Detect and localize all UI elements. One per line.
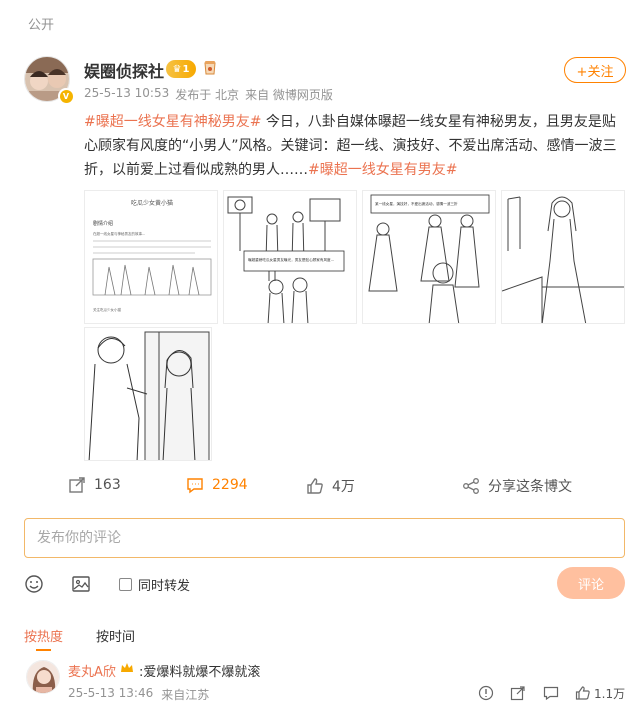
comment-meta: 25-5-13 13:46 来自江苏 <box>68 686 209 703</box>
topic-link[interactable]: #曝超一线女星有男友# <box>308 162 457 178</box>
avatar-photo-icon <box>27 661 59 693</box>
sort-by-hot-tab[interactable]: 按热度 <box>24 626 63 651</box>
post-time[interactable]: 25-5-13 10:53 <box>84 86 169 103</box>
repost-count: 163 <box>94 477 121 493</box>
comment-button[interactable]: 2294 <box>186 476 248 494</box>
comment-icon <box>187 478 203 494</box>
comment-text: :爱爆料就爆不爆就滚 <box>139 665 261 680</box>
author-name[interactable]: 娱圈侦探社 <box>84 58 164 82</box>
submit-comment-button[interactable]: 评论 <box>557 567 625 599</box>
commenter-avatar[interactable] <box>26 660 60 694</box>
comment-time: 25-5-13 13:46 <box>68 686 154 700</box>
share-label: 分享这条博文 <box>488 479 572 495</box>
like-count: 4万 <box>332 479 355 495</box>
share-button[interactable]: 分享这条博文 <box>462 476 572 496</box>
repost-checkbox[interactable]: 同时转发 <box>119 575 190 594</box>
image-3-caption: 某一线女星，演技好，不爱出席活动，感情一波三折 <box>375 201 458 206</box>
comment-input[interactable] <box>37 530 612 546</box>
follow-button[interactable]: +关注 <box>564 57 626 83</box>
comic-studio-image: 曝超重磅吃瓜女星男友曝光，男友是贴心顾家有风度... <box>224 191 356 323</box>
image-1-text: 在超一线女星与神秘男友的故事... <box>93 231 145 236</box>
crown-icon: ♛ <box>172 63 182 75</box>
level-number: 1 <box>182 63 190 75</box>
post-meta: 25-5-13 10:53 发布于 北京 来自 微博网页版 <box>84 86 333 103</box>
visibility-label: 公开 <box>28 18 55 33</box>
comment-input-container <box>24 518 625 558</box>
post-image-5[interactable] <box>84 327 212 461</box>
comment-count: 2294 <box>212 477 248 493</box>
image-1-subtitle: 剧情介绍 <box>93 220 113 227</box>
post-actions: 163 2294 4万 分享这条博文 <box>24 476 624 502</box>
repost-icon <box>69 477 85 493</box>
comment-icon[interactable] <box>543 685 559 701</box>
image-2-caption: 曝超重磅吃瓜女星男友曝光，男友是贴心顾家有风度... <box>248 257 334 262</box>
comic-gown-image <box>502 191 624 323</box>
emoji-icon[interactable] <box>24 574 44 594</box>
post-source: 来自 微博网页版 <box>245 88 333 102</box>
post-image-1[interactable]: 吃瓜少女黄小猫 剧情介绍 在超一线女星与神秘男友的故事... 关注吃瓜少女小猫 <box>84 190 218 324</box>
post-image-4[interactable] <box>501 190 625 324</box>
checkbox-box[interactable] <box>119 578 132 591</box>
repost-checkbox-label: 同时转发 <box>138 579 191 594</box>
post-location: 发布于 北京 <box>175 88 240 102</box>
image-upload-icon[interactable] <box>71 574 91 594</box>
comic-dresses-image: 某一线女星，演技好，不爱出席活动，感情一波三折 <box>363 191 495 323</box>
commenter-name[interactable]: 麦丸A欣 <box>68 661 116 680</box>
crown-icon <box>121 663 133 672</box>
post-body: #曝超一线女星有神秘男友# 今日，八卦自媒体曝超一线女星有神秘男友，且男友是贴心… <box>84 110 624 182</box>
like-button[interactable]: 4万 <box>306 476 355 496</box>
image-1-footer: 关注吃瓜少女小猫 <box>93 307 121 312</box>
post-image-3[interactable]: 某一线女星，演技好，不爱出席活动，感情一波三折 <box>362 190 496 324</box>
thumbs-up-icon <box>307 478 323 494</box>
comic-page-image: 吃瓜少女黄小猫 剧情介绍 在超一线女星与神秘男友的故事... 关注吃瓜少女小猫 <box>85 191 217 323</box>
thumbs-up-icon[interactable] <box>575 685 591 701</box>
report-icon[interactable] <box>478 685 494 701</box>
repost-icon[interactable] <box>510 685 526 701</box>
verified-badge-icon: V <box>58 88 74 104</box>
share-icon <box>463 478 479 494</box>
image-1-title: 吃瓜少女黄小猫 <box>131 199 173 207</box>
comment-source: 来自江苏 <box>161 688 210 702</box>
comment-like-count: 1.1万 <box>594 687 626 701</box>
repost-button[interactable]: 163 <box>68 476 121 494</box>
member-level-badge[interactable]: ♛ 1 <box>166 60 196 78</box>
comic-door-image <box>85 328 211 460</box>
sort-by-time-tab[interactable]: 按时间 <box>96 626 135 645</box>
topic-link[interactable]: #曝超一线女星有神秘男友# <box>84 114 261 130</box>
post-image-2[interactable]: 曝超重磅吃瓜女星男友曝光，男友是贴心顾家有风度... <box>223 190 357 324</box>
fan-cup-icon[interactable] <box>202 60 218 78</box>
